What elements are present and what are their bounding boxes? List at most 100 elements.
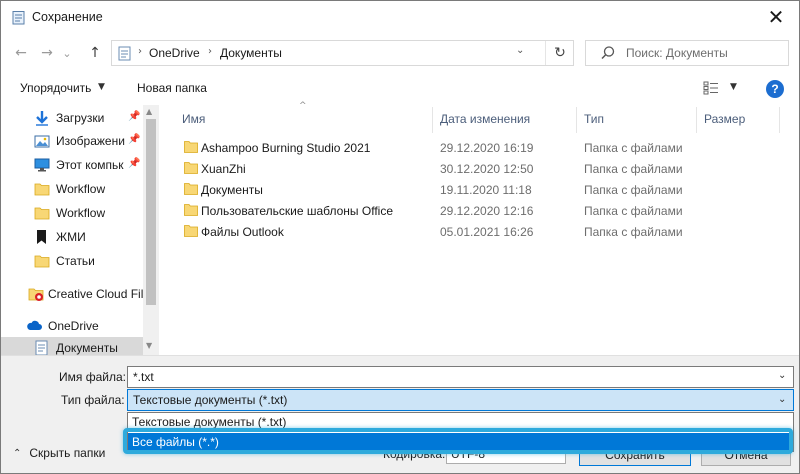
column-header-type[interactable]: Тип — [584, 112, 604, 126]
hide-folders-label: Скрыть папки — [29, 446, 106, 460]
column-divider[interactable] — [432, 107, 433, 133]
table-row[interactable]: Документы 19.11.2020 11:18 Папка с файла… — [159, 179, 779, 200]
navigation-bar: ← → ⌄ ↑ › OneDrive › Документы ⌄ ↻ — [1, 35, 799, 71]
new-folder-button[interactable]: Новая папка — [137, 81, 207, 95]
column-divider[interactable] — [779, 107, 780, 133]
sidebar-item-label: Изображени — [56, 134, 125, 148]
download-icon — [36, 111, 48, 126]
sidebar-item-label: Загрузки — [56, 111, 105, 125]
organize-dropdown-icon[interactable]: ▼ — [98, 82, 105, 92]
sidebar-item-workflow-2[interactable]: Workflow — [1, 202, 143, 224]
sidebar-item-pictures[interactable]: Изображени 📌 — [1, 130, 143, 152]
breadcrumb-documents[interactable]: Документы — [220, 46, 282, 60]
sort-ascending-icon: ^ — [299, 101, 307, 111]
sidebar-item-label: Этот компьк — [56, 158, 124, 172]
refresh-icon: ↻ — [554, 45, 566, 61]
window-title: Сохранение — [32, 10, 103, 24]
sidebar-item-label: OneDrive — [48, 319, 99, 333]
breadcrumb-onedrive[interactable]: OneDrive — [149, 46, 200, 60]
column-header-name[interactable]: Имя — [182, 112, 205, 126]
file-date: 29.12.2020 12:16 — [440, 204, 534, 218]
filetype-select[interactable]: Текстовые документы (*.txt) ⌄ — [127, 389, 794, 411]
sidebar-item-label: Creative Cloud Fil — [48, 287, 143, 301]
column-header-date[interactable]: Дата изменения — [440, 112, 530, 126]
pin-icon: 📌 — [128, 134, 141, 145]
recent-locations-button[interactable]: ⌄ — [59, 41, 75, 65]
table-row[interactable]: XuanZhi 30.12.2020 12:50 Папка с файлами — [159, 158, 779, 179]
up-button[interactable]: ↑ — [83, 41, 107, 65]
pin-icon: 📌 — [128, 158, 141, 169]
column-divider[interactable] — [696, 107, 697, 133]
column-divider[interactable] — [576, 107, 577, 133]
file-date: 30.12.2020 12:50 — [440, 162, 534, 176]
sidebar-item-articles[interactable]: Статьи — [1, 250, 143, 272]
creative-cloud-icon — [28, 288, 44, 301]
forward-button[interactable]: → — [35, 41, 59, 65]
filename-label: Имя файла: — [59, 370, 126, 384]
arrow-left-icon: ← — [15, 45, 27, 61]
table-row[interactable]: Пользовательские шаблоны Office 29.12.20… — [159, 200, 779, 221]
help-button[interactable]: ? — [766, 80, 784, 98]
file-date: 19.11.2020 11:18 — [440, 183, 532, 197]
document-icon — [118, 46, 131, 61]
file-date: 29.12.2020 16:19 — [440, 141, 534, 155]
sidebar-item-onedrive[interactable]: OneDrive — [1, 315, 143, 337]
filename-input[interactable] — [127, 366, 794, 388]
title-bar: Сохранение ✕ — [1, 1, 799, 33]
organize-button[interactable]: Упорядочить — [20, 81, 91, 95]
view-dropdown-icon[interactable]: ▼ — [730, 82, 737, 92]
sidebar-item-label: Workflow — [56, 206, 106, 220]
navigation-pane: Загрузки 📌 Изображени 📌 Этот компьк 📌 Wo… — [1, 105, 159, 359]
sidebar-item-workflow[interactable]: Workflow — [1, 178, 143, 200]
computer-icon — [34, 158, 50, 172]
scroll-down-icon[interactable]: ▼ — [146, 341, 152, 350]
folder-icon — [184, 141, 198, 153]
column-header-size[interactable]: Размер — [704, 112, 745, 126]
folder-icon — [184, 204, 198, 216]
file-type: Папка с файлами — [584, 183, 683, 197]
address-bar[interactable]: › OneDrive › Документы ⌄ ↻ — [111, 40, 574, 66]
sidebar-item-label: ЖМИ — [56, 230, 86, 244]
folder-icon — [34, 207, 50, 220]
file-type: Папка с файлами — [584, 162, 683, 176]
close-button[interactable]: ✕ — [753, 1, 799, 33]
sidebar-item-creative-cloud[interactable]: Creative Cloud Fil — [1, 283, 143, 305]
file-name: Ashampoo Burning Studio 2021 — [201, 141, 371, 155]
file-type: Папка с файлами — [584, 141, 683, 155]
view-options-icon[interactable] — [703, 81, 719, 95]
option-label: Текстовые документы (*.txt) — [132, 415, 287, 429]
refresh-button[interactable]: ↻ — [545, 41, 574, 65]
sidebar-item-zhmi[interactable]: ЖМИ — [1, 226, 143, 248]
filetype-label: Тип файла: — [61, 393, 125, 407]
document-icon — [35, 340, 48, 356]
notepad-icon — [12, 11, 25, 25]
scrollbar-thumb[interactable] — [146, 119, 156, 305]
search-input[interactable] — [626, 45, 784, 61]
onedrive-icon — [27, 320, 42, 330]
sidebar-item-downloads[interactable]: Загрузки 📌 — [1, 107, 143, 129]
file-name: Пользовательские шаблоны Office — [201, 204, 393, 218]
address-dropdown-icon[interactable]: ⌄ — [516, 45, 524, 56]
table-row[interactable]: Файлы Outlook 05.01.2021 16:26 Папка с ф… — [159, 221, 779, 242]
filename-dropdown-icon[interactable]: ⌄ — [778, 370, 786, 381]
table-row[interactable]: Ashampoo Burning Studio 2021 29.12.2020 … — [159, 137, 779, 158]
file-list: ^ Имя Дата изменения Тип Размер Ashampoo… — [159, 101, 799, 355]
sidebar-item-label: Workflow — [56, 182, 106, 196]
search-box[interactable] — [585, 40, 789, 66]
back-button[interactable]: ← — [9, 41, 33, 65]
navigation-scrollbar[interactable]: ▲ ▼ — [143, 105, 159, 355]
help-icon: ? — [771, 82, 779, 96]
arrow-right-icon: → — [41, 45, 53, 61]
file-name: XuanZhi — [201, 162, 246, 176]
sidebar-item-this-pc[interactable]: Этот компьк 📌 — [1, 154, 143, 176]
bookmark-icon — [37, 230, 46, 244]
file-date: 05.01.2021 16:26 — [440, 225, 534, 239]
chevron-down-icon: ⌄ — [62, 46, 72, 60]
file-type: Папка с файлами — [584, 204, 683, 218]
folder-icon — [184, 225, 198, 237]
scroll-up-icon[interactable]: ▲ — [146, 107, 152, 116]
folder-icon — [184, 183, 198, 195]
command-bar: Упорядочить ▼ Новая папка ▼ ? — [1, 73, 799, 105]
hide-folders-button[interactable]: ⌃ Скрыть папки — [13, 446, 105, 460]
sidebar-item-label: Статьи — [56, 254, 95, 268]
